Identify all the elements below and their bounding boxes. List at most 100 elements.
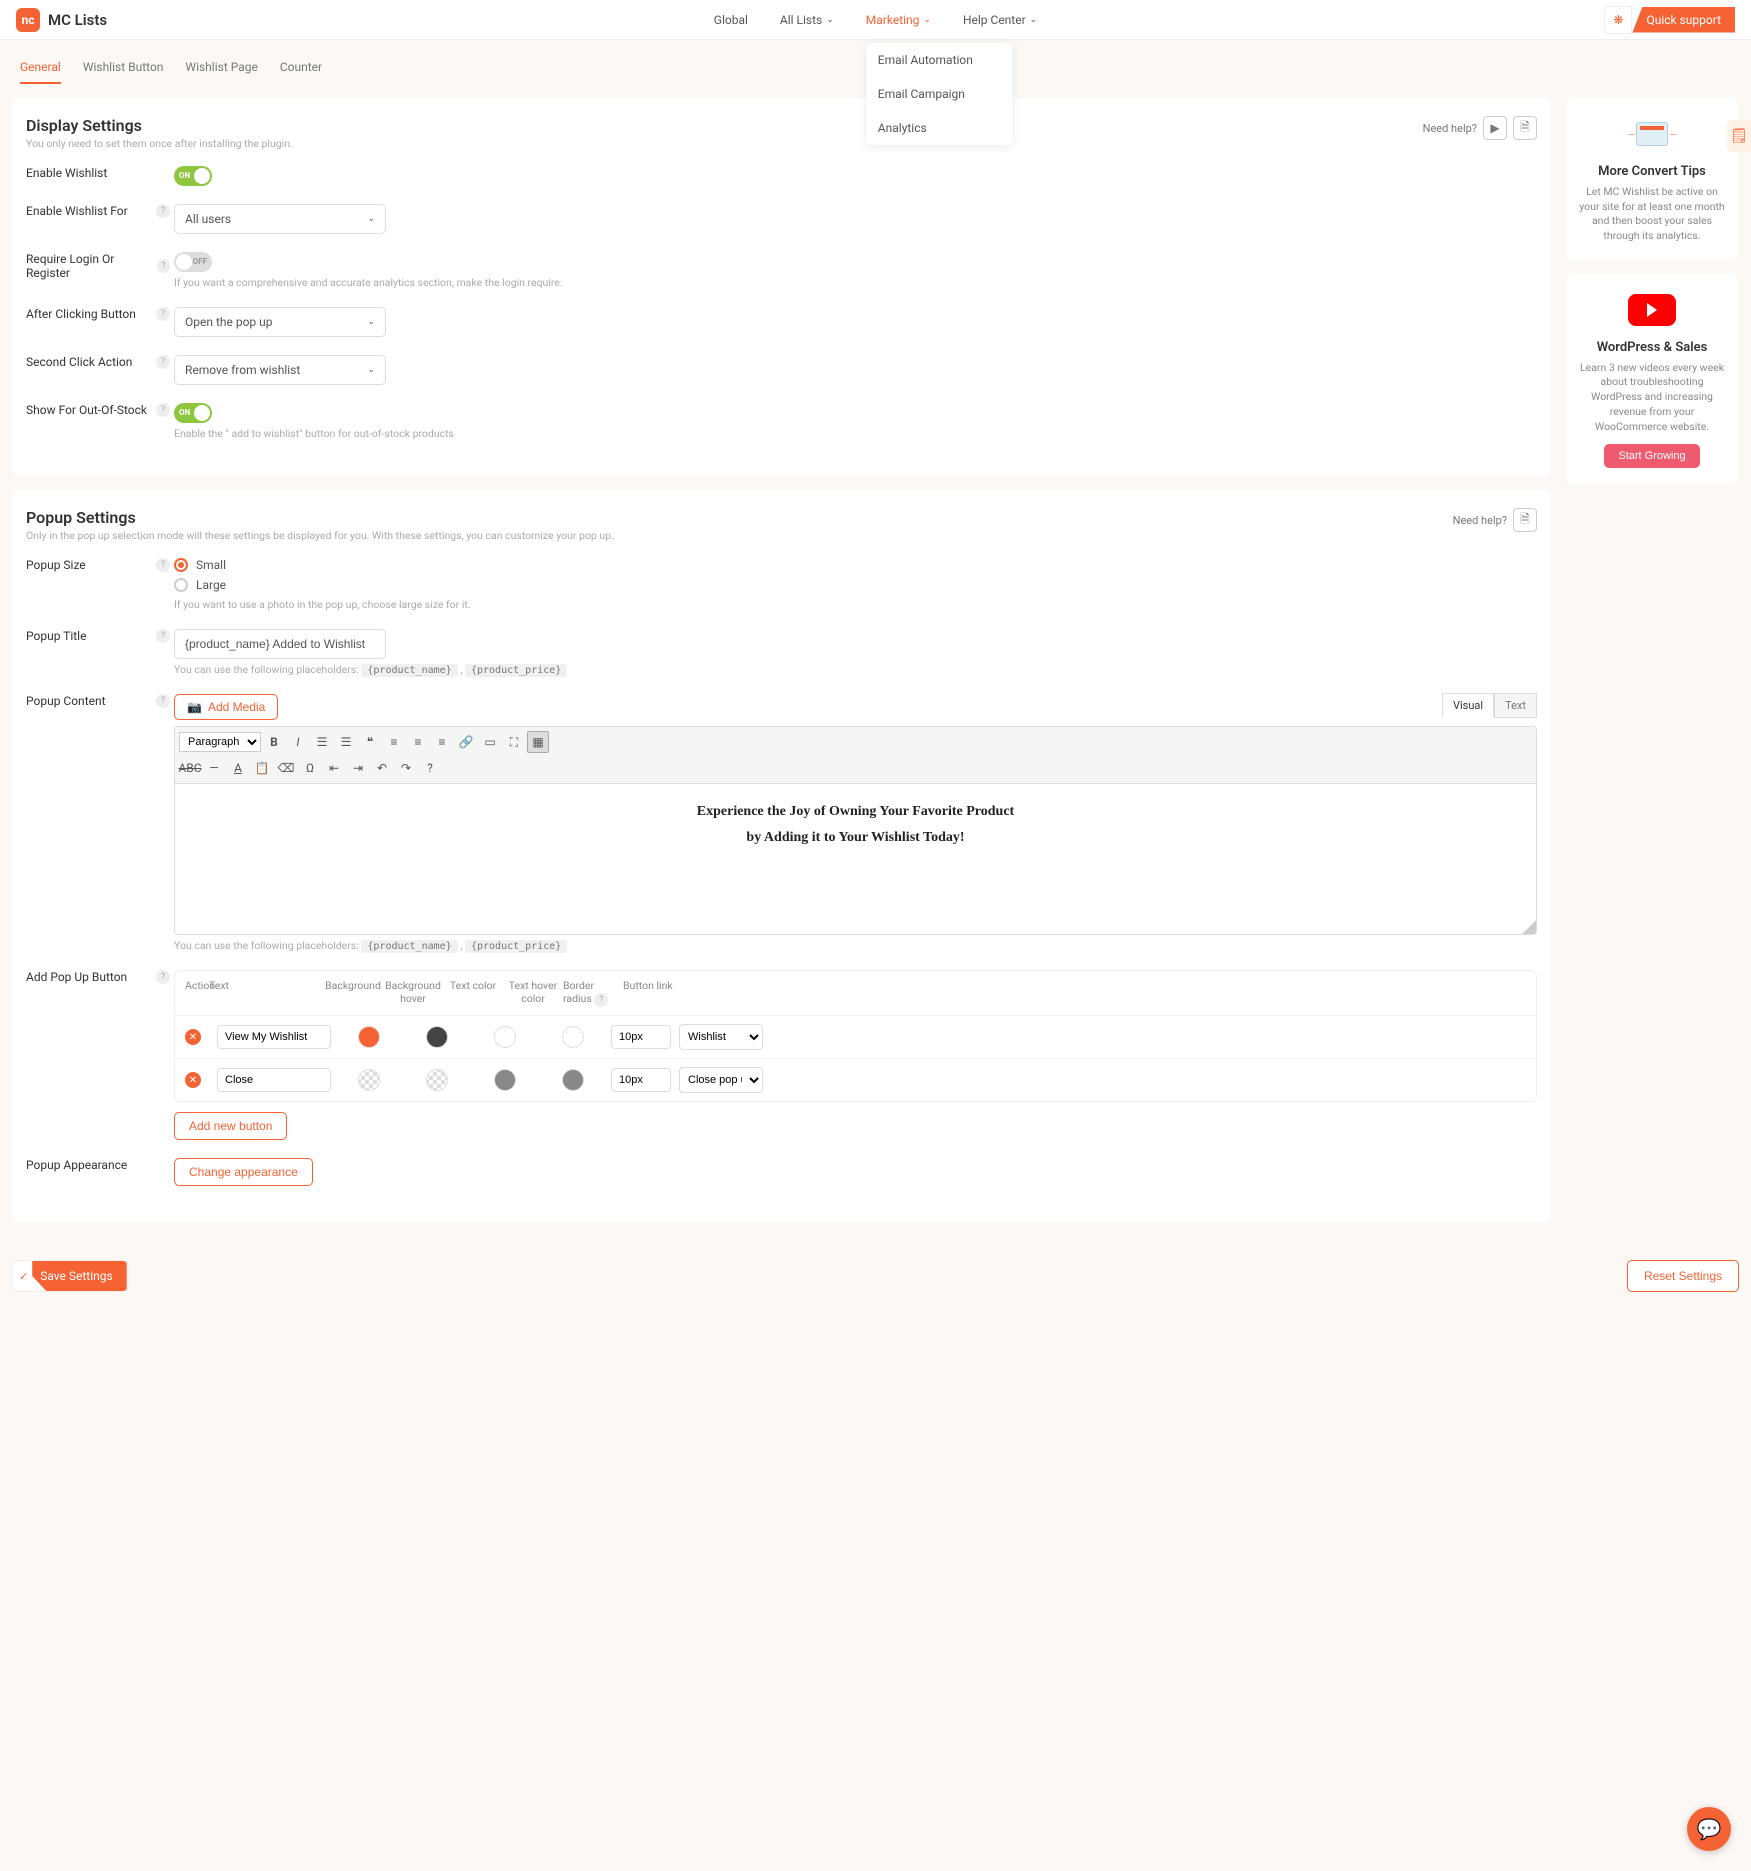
toolbar-toggle-icon[interactable]: ▦ [527,731,549,753]
nav-marketing[interactable]: Marketing⌄ Email Automation Email Campai… [866,13,931,27]
link-icon[interactable]: 🔗 [455,731,477,753]
nav-all-lists[interactable]: All Lists⌄ [780,13,834,27]
text-color-swatch[interactable] [494,1069,516,1091]
radius-input[interactable] [611,1025,671,1049]
undo-icon[interactable]: ↶ [371,757,393,779]
enable-wishlist-for-select[interactable]: All users⌄ [174,204,386,234]
display-settings-panel: Display Settings You only need to set th… [12,98,1551,476]
info-icon[interactable]: ? [156,970,170,984]
align-right-icon[interactable]: ≡ [431,731,453,753]
text-color-icon[interactable]: A [227,757,249,779]
info-icon[interactable]: ? [156,694,170,708]
text-color-swatch[interactable] [494,1026,516,1048]
outdent-icon[interactable]: ⇤ [323,757,345,779]
paste-icon[interactable]: 📋 [251,757,273,779]
italic-icon[interactable]: I [287,731,309,753]
bg-hover-swatch[interactable] [426,1069,448,1091]
tab-wishlist-button[interactable]: Wishlist Button [83,60,164,84]
info-icon[interactable]: ? [156,355,170,369]
popup-title-input[interactable] [174,629,386,659]
link-select[interactable]: Close pop up [679,1067,763,1093]
button-text-input[interactable] [217,1025,331,1049]
tab-wishlist-page[interactable]: Wishlist Page [185,60,257,84]
save-settings-button[interactable]: Save Settings [32,1261,126,1291]
video-help-icon[interactable]: ▶ [1483,116,1507,140]
require-login-toggle[interactable]: OFF [174,252,212,272]
radius-input[interactable] [611,1068,671,1092]
readmore-icon[interactable]: ▭ [479,731,501,753]
editor-tab-text[interactable]: Text [1494,693,1537,718]
quick-support-button[interactable]: Quick support [1632,7,1735,33]
th-background-hover: Background hover [383,979,443,1007]
th-background: Background [323,979,383,1007]
after-clicking-select[interactable]: Open the pop up⌄ [174,307,386,337]
tab-general[interactable]: General [20,60,61,84]
remove-button[interactable]: ✕ [185,1072,201,1088]
align-left-icon[interactable]: ≡ [383,731,405,753]
quick-support-icon[interactable]: ❋ [1604,6,1632,34]
add-media-button[interactable]: 📷 Add Media [174,694,278,720]
bold-icon[interactable]: B [263,731,285,753]
app-logo[interactable]: nc MC Lists [16,8,107,32]
format-select[interactable]: Paragraph [179,732,261,752]
hr-icon[interactable]: — [203,757,225,779]
info-icon[interactable]: ? [156,629,170,643]
bg-hover-swatch[interactable] [426,1026,448,1048]
bullet-list-icon[interactable]: ☰ [311,731,333,753]
popup-size-large-radio[interactable]: Large [174,578,1537,592]
chat-fab[interactable]: 💬 [1687,1807,1731,1851]
clear-format-icon[interactable]: ⌫ [275,757,297,779]
editor-content[interactable]: Experience the Joy of Owning Your Favori… [175,784,1536,934]
nav-help-center[interactable]: Help Center⌄ [963,13,1037,27]
dropdown-analytics[interactable]: Analytics [866,111,1012,145]
align-center-icon[interactable]: ≡ [407,731,429,753]
th-text-hover: Text hover color [503,979,563,1007]
strikethrough-icon[interactable]: ABC [179,757,201,779]
chat-icon: 💬 [1697,1817,1722,1841]
text-hover-swatch[interactable] [562,1069,584,1091]
side-tab[interactable]: 🗒 [1727,120,1751,152]
remove-button[interactable]: ✕ [185,1029,201,1045]
info-icon[interactable]: ? [156,204,170,218]
popup-title-label: Popup Title [26,629,86,643]
popup-size-small-radio[interactable]: Small [174,558,1537,572]
reset-settings-button[interactable]: Reset Settings [1627,1260,1739,1292]
info-icon[interactable]: ? [156,558,170,572]
chevron-down-icon: ⌄ [1030,15,1038,25]
info-icon[interactable]: ? [156,307,170,321]
dropdown-email-automation[interactable]: Email Automation [866,43,1012,77]
show-oos-toggle[interactable]: ON [174,403,212,423]
add-new-button[interactable]: Add new button [174,1112,287,1140]
bg-color-swatch[interactable] [358,1026,380,1048]
quote-icon[interactable]: ❝ [359,731,381,753]
button-text-input[interactable] [217,1068,331,1092]
enable-wishlist-toggle[interactable]: ON [174,166,212,186]
bg-color-swatch[interactable] [358,1069,380,1091]
indent-icon[interactable]: ⇥ [347,757,369,779]
doc-help-icon[interactable]: 🗎 [1513,116,1537,140]
text-hover-swatch[interactable] [562,1026,584,1048]
change-appearance-button[interactable]: Change appearance [174,1158,313,1186]
link-select[interactable]: Wishlist [679,1024,763,1050]
number-list-icon[interactable]: ☰ [335,731,357,753]
special-char-icon[interactable]: Ω [299,757,321,779]
doc-help-icon[interactable]: 🗎 [1513,508,1537,532]
fullscreen-icon[interactable]: ⛶ [503,731,525,753]
resize-handle[interactable] [1522,920,1536,934]
info-icon[interactable]: ? [157,259,170,273]
redo-icon[interactable]: ↷ [395,757,417,779]
chevron-down-icon: ⌄ [367,365,375,375]
tab-counter[interactable]: Counter [280,60,322,84]
info-icon[interactable]: ? [156,403,170,417]
panel-subtitle: You only need to set them once after ins… [26,137,293,150]
popup-size-hint: If you want to use a photo in the pop up… [174,598,1537,611]
second-click-select[interactable]: Remove from wishlist⌄ [174,355,386,385]
popup-button-table: Action Text Background Background hover … [174,970,1537,1102]
save-button-wrap[interactable]: ✓ Save Settings [12,1260,128,1292]
nav-global[interactable]: Global [714,13,748,27]
help-icon[interactable]: ? [419,757,441,779]
camera-icon: 📷 [187,700,202,714]
dropdown-email-campaign[interactable]: Email Campaign [866,77,1012,111]
start-growing-button[interactable]: Start Growing [1604,444,1699,468]
editor-tab-visual[interactable]: Visual [1442,693,1494,718]
